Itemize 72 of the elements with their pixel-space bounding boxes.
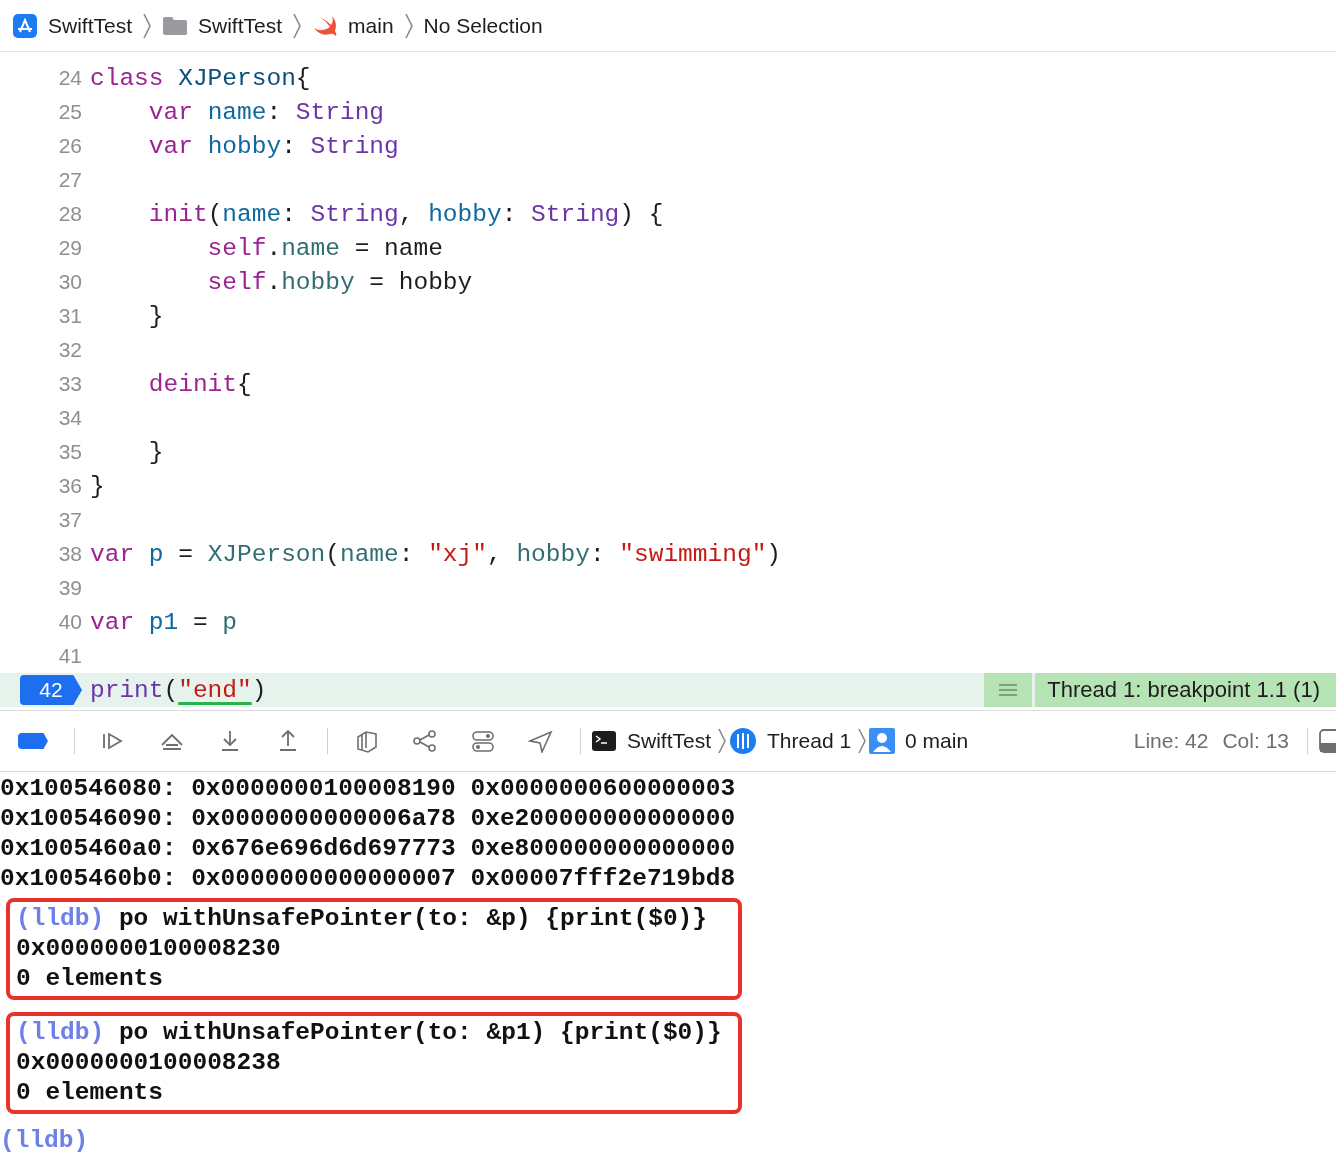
- code-line: self.name = name: [206, 234, 444, 262]
- console-output: 0 elements: [16, 1079, 164, 1106]
- lldb-prompt: (lldb): [16, 905, 105, 932]
- graph-icon[interactable]: [412, 729, 438, 753]
- console-output: 0x1005460b0: 0x0000000000000007 0x00007fff2e719bd8: [0, 865, 736, 892]
- code-line: init(name: String, hobby: String) {: [147, 200, 665, 228]
- line-number: 40: [57, 610, 82, 634]
- chevron-icon: [403, 11, 414, 40]
- code-line: var hobby: String: [147, 132, 400, 160]
- panel-icon[interactable]: [1318, 728, 1336, 754]
- chevron-icon: [142, 11, 153, 40]
- toggles-icon[interactable]: [470, 729, 496, 753]
- layers-icon[interactable]: [354, 729, 380, 753]
- code-line: self.hobby = hobby: [206, 268, 474, 296]
- console-output: 0x0000000100008230: [16, 935, 281, 962]
- line-number: 35: [57, 440, 82, 464]
- line-number: 31: [57, 304, 82, 328]
- code-line: print("end"): [90, 676, 268, 704]
- breadcrumb-item[interactable]: SwiftTest: [162, 13, 283, 38]
- code-line: }: [147, 302, 165, 330]
- location-arrow-icon[interactable]: [528, 729, 554, 753]
- folder-icon: [162, 15, 189, 36]
- column-indicator: Col: 13: [1222, 729, 1289, 753]
- console-output: 0x100546080: 0x0000000100008190 0x0000000600000003: [0, 775, 736, 802]
- chevron-icon: [857, 727, 868, 755]
- chevron-icon: [717, 727, 728, 755]
- terminal-icon: [591, 730, 617, 752]
- line-number: 25: [57, 100, 82, 124]
- app-icon: [12, 12, 38, 39]
- chevron-icon: [292, 11, 303, 40]
- code-line: class XJPerson{: [90, 64, 312, 92]
- console-command: po withUnsafePointer(to: &p1) {print($0)}: [118, 1019, 722, 1046]
- person-icon: [869, 728, 896, 754]
- jump-bar-item[interactable]: SwiftTest: [591, 729, 712, 753]
- console-output: 0x100546090: 0x0000000000006a78 0xe200000000000000: [0, 805, 736, 832]
- line-number: 26: [57, 134, 82, 158]
- console-output: 0x0000000100008238: [16, 1049, 281, 1076]
- line-number: 36: [57, 474, 82, 498]
- swift-bird-icon: [312, 14, 339, 37]
- lldb-prompt: (lldb): [16, 1019, 105, 1046]
- console-output: 0x1005460a0: 0x676e696d6d697773 0xe800000000000000: [0, 835, 736, 862]
- line-number: 30: [57, 270, 82, 294]
- breadcrumb-item[interactable]: No Selection: [423, 13, 543, 38]
- code-line: }: [147, 438, 165, 466]
- line-number: 39: [57, 576, 82, 600]
- breadcrumb-item[interactable]: SwiftTest: [12, 12, 133, 39]
- line-number: 41: [57, 644, 82, 668]
- line-number: 32: [57, 338, 82, 362]
- breakpoint-annotation: Thread 1: breakpoint 1.1 (1): [1035, 673, 1336, 707]
- line-number: 37: [57, 508, 82, 532]
- code-line: }: [90, 472, 106, 500]
- code-line: deinit{: [147, 370, 253, 398]
- console-output: 0 elements: [16, 965, 164, 992]
- line-number: 27: [57, 168, 82, 192]
- line-number[interactable]: 42: [20, 675, 82, 705]
- breadcrumb-item[interactable]: main: [312, 13, 394, 38]
- console-command: po withUnsafePointer(to: &p) {print($0)}: [118, 905, 708, 932]
- code-line: var p = XJPerson(name: "xj", hobby: "swimming"): [90, 540, 783, 568]
- code-line: var p1 = p: [90, 608, 239, 636]
- code-line: var name: String: [147, 98, 386, 126]
- line-number: 28: [57, 202, 82, 226]
- line-number: 34: [57, 406, 82, 430]
- breakpoints-toggle[interactable]: [18, 733, 48, 749]
- jump-bar-item[interactable]: 0 main: [869, 728, 969, 754]
- line-number: 24: [57, 66, 82, 90]
- jump-bar-item[interactable]: Thread 1: [729, 727, 852, 755]
- line-number: 33: [57, 372, 82, 396]
- line-number: 29: [57, 236, 82, 260]
- thread-icon: [729, 727, 758, 755]
- line-number: 38: [57, 542, 82, 566]
- lldb-prompt: (lldb): [0, 1127, 89, 1152]
- line-indicator: Line: 42: [1133, 729, 1209, 753]
